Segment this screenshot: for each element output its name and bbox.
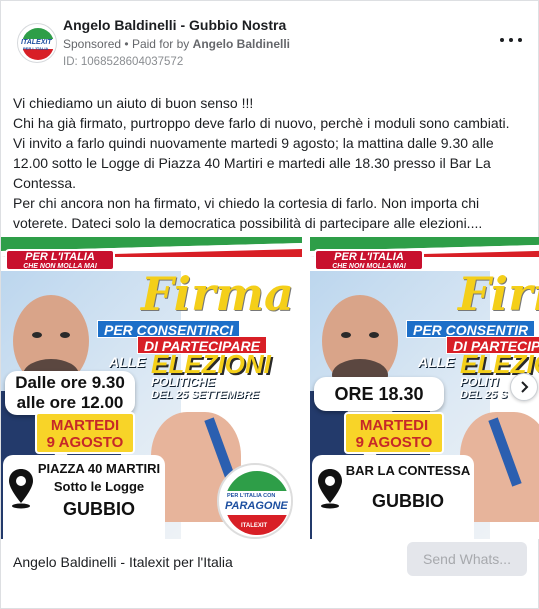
time-pill: ORE 18.30 bbox=[314, 377, 444, 411]
time-range-pill: Dalle ore 9.30 alle ore 12.00 bbox=[5, 371, 135, 415]
body-line: Vi invito a farlo quindi nuovamente mart… bbox=[13, 135, 494, 151]
logo-name-text: PARAGONE bbox=[225, 500, 288, 512]
more-options-icon[interactable] bbox=[500, 33, 522, 47]
page-avatar[interactable]: ITALEXIT PER L'ITALIA bbox=[17, 23, 57, 63]
day-label: MARTEDI bbox=[50, 417, 120, 434]
image-carousel: PER L'ITALIA CHE NON MOLLA MAI Firma PER… bbox=[1, 237, 539, 539]
body-line: Contessa. bbox=[13, 175, 77, 191]
date-label: 9 AGOSTO bbox=[355, 434, 433, 451]
body-line: Chi ha già firmato, purtroppo deve farlo… bbox=[13, 115, 510, 131]
headline-firma: Firma bbox=[141, 267, 294, 321]
chevron-right-icon bbox=[521, 381, 529, 393]
day-label: MARTEDI bbox=[359, 417, 429, 434]
date-box: MARTEDI 9 AGOSTO bbox=[35, 412, 135, 454]
post-header: ITALEXIT PER L'ITALIA Angelo Baldinelli … bbox=[13, 11, 528, 71]
time-line: alle ore 12.00 bbox=[16, 393, 124, 412]
body-line: 12.00 sotto le Logge di Piazza 40 Martir… bbox=[13, 155, 491, 171]
map-pin-icon bbox=[9, 469, 33, 509]
location-line: PIAZZA 40 MARTIRI bbox=[37, 461, 161, 476]
politiche-label: POLITICHE bbox=[151, 375, 216, 389]
logo-bottom-text: ITALEXIT bbox=[241, 523, 268, 529]
sponsor-meta: Sponsored • Paid for by Angelo Baldinell… bbox=[63, 37, 290, 51]
body-line: Vi chiediamo un aiuto di buon senso !!! bbox=[13, 95, 254, 111]
ad-id: ID: 1068528604037572 bbox=[63, 56, 184, 68]
location-box: PIAZZA 40 MARTIRI Sotto le Logge GUBBIO bbox=[3, 455, 165, 539]
carousel-next-button[interactable] bbox=[510, 373, 538, 401]
alle-label: ALLE bbox=[418, 354, 455, 370]
slogan-banner: PER L'ITALIA CHE NON MOLLA MAI bbox=[314, 249, 424, 271]
banner-subline: CHE NON MOLLA MAI bbox=[332, 263, 406, 270]
meta-dot: • bbox=[124, 37, 132, 51]
city-label: GUBBIO bbox=[63, 499, 135, 519]
location-box: BAR LA CONTESSA GUBBIO bbox=[312, 455, 474, 539]
ad-card: ITALEXIT PER L'ITALIA Angelo Baldinelli … bbox=[0, 0, 539, 609]
map-pin-icon bbox=[318, 469, 342, 509]
page-name-link[interactable]: Angelo Baldinelli - Gubbio Nostra bbox=[63, 17, 286, 33]
city-label: GUBBIO bbox=[372, 491, 444, 511]
post-body-text: Vi chiediamo un aiuto di buon senso !!! … bbox=[13, 93, 528, 233]
settembre-label: DEL 25 S bbox=[460, 389, 508, 401]
paid-for-name: Angelo Baldinelli bbox=[192, 37, 290, 51]
avatar-logo-text: ITALEXIT bbox=[21, 39, 52, 46]
time-line: Dalle ore 9.30 bbox=[15, 373, 125, 392]
party-logo: PER L'ITALIA CON PARAGONE ITALEXIT bbox=[217, 463, 293, 539]
body-line: voterete. Dateci solo la democratica pos… bbox=[13, 215, 483, 231]
logo-top-text: PER L'ITALIA CON bbox=[227, 493, 276, 499]
avatar-logo-subtext: PER L'ITALIA bbox=[23, 46, 49, 51]
date-box: MARTEDI 9 AGOSTO bbox=[344, 412, 444, 454]
slogan-banner: PER L'ITALIA CHE NON MOLLA MAI bbox=[5, 249, 115, 271]
politiche-label: POLITI bbox=[460, 375, 499, 389]
alle-label: ALLE bbox=[109, 354, 146, 370]
settembre-label: DEL 25 SETTEMBRE bbox=[151, 389, 259, 401]
sponsored-label: Sponsored bbox=[63, 37, 122, 51]
footer-page-title[interactable]: Angelo Baldinelli - Italexit per l'Itali… bbox=[13, 554, 233, 570]
carousel-slide-2[interactable]: PER L'ITALIA CHE NON MOLLA MAI Firm PER … bbox=[310, 237, 539, 539]
headline-firma: Firm bbox=[458, 267, 539, 321]
banner-subline: CHE NON MOLLA MAI bbox=[23, 263, 97, 270]
location-subline: Sotto le Logge bbox=[53, 479, 145, 494]
location-line: BAR LA CONTESSA bbox=[345, 463, 471, 478]
paid-for-prefix: Paid for by bbox=[131, 37, 190, 51]
send-whatsapp-button[interactable]: Send Whats... bbox=[407, 542, 527, 576]
date-label: 9 AGOSTO bbox=[46, 434, 124, 451]
body-line: Per chi ancora non ha firmato, vi chiedo… bbox=[13, 195, 480, 211]
carousel-slide-1[interactable]: PER L'ITALIA CHE NON MOLLA MAI Firma PER… bbox=[1, 237, 302, 539]
